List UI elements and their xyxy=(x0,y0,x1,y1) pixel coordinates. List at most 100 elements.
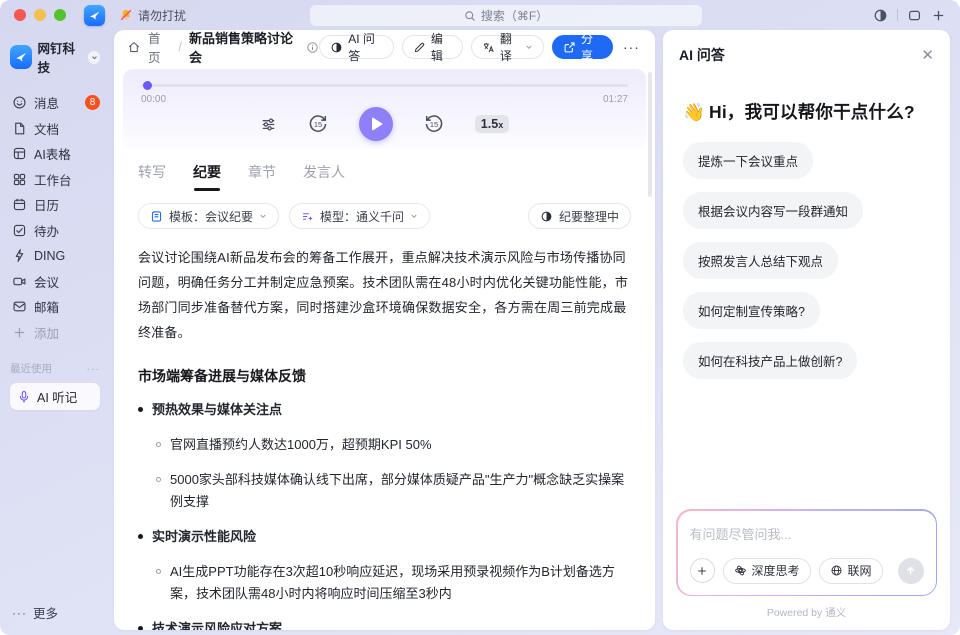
bullet-item: 实时演示性能风险 xyxy=(138,526,631,548)
sidebar-item-label: 待办 xyxy=(34,221,59,240)
sidebar-item-add[interactable]: 添加 xyxy=(10,320,100,346)
dnd-label: 请勿打扰 xyxy=(138,7,186,24)
share-button[interactable]: 分享 xyxy=(552,35,613,59)
bullet-icon xyxy=(156,442,161,447)
rewind-15-icon[interactable]: 15 xyxy=(307,113,329,135)
microphone-icon xyxy=(17,390,31,404)
home-icon[interactable] xyxy=(127,40,141,54)
suggestion-chip[interactable]: 提炼一下会议重点 xyxy=(683,142,813,179)
suggestion-chip[interactable]: 如何在科技产品上做创新? xyxy=(683,342,857,379)
ai-qa-button[interactable]: AI 问答 xyxy=(319,35,394,59)
suggestion-chip[interactable]: 如何定制宣传策略? xyxy=(683,292,820,329)
sidebar-item-meeting[interactable]: 会议 xyxy=(10,269,100,295)
deep-think-toggle[interactable]: 深度思考 xyxy=(723,558,811,584)
global-search-input[interactable]: 搜索（⌘F） xyxy=(310,5,702,26)
tab-chapters[interactable]: 章节 xyxy=(248,162,276,191)
more-actions-button[interactable]: ··· xyxy=(621,39,642,55)
sidebar-item-label: DING xyxy=(34,249,65,263)
recent-section-label: 最近使用 ··· xyxy=(10,361,100,376)
recent-more-icon[interactable]: ··· xyxy=(87,363,101,375)
bullet-item: AI生成PPT功能存在3次超10秒响应延迟，现场采用预录视频作为B计划备选方案，… xyxy=(156,561,631,605)
sidebar-more-button[interactable]: ··· 更多 xyxy=(10,603,100,622)
sidebar-item-workbench[interactable]: 工作台 xyxy=(10,167,100,193)
sidebar-item-docs[interactable]: 文档 xyxy=(10,116,100,142)
progress-bar[interactable] xyxy=(141,81,628,90)
web-search-label: 联网 xyxy=(848,562,872,579)
template-selector[interactable]: 模板：会议纪要 xyxy=(138,203,279,229)
sidebar-item-ai-table[interactable]: AI表格 xyxy=(10,141,100,167)
bullet-icon xyxy=(156,477,161,482)
page-title: 新品销售策略讨论会 xyxy=(189,30,299,66)
sidebar-item-ai-notes[interactable]: AI 听记 xyxy=(10,383,100,410)
close-window-button[interactable] xyxy=(14,9,26,21)
workspace-switcher[interactable]: 网钉科技 xyxy=(10,38,100,76)
sidebar-item-mail[interactable]: 邮箱 xyxy=(10,294,100,320)
document-icon xyxy=(12,121,27,136)
tab-summary[interactable]: 纪要 xyxy=(193,162,221,191)
search-placeholder: 搜索（⌘F） xyxy=(481,7,548,24)
do-not-disturb-status[interactable]: 请勿打扰 xyxy=(119,7,186,24)
send-button[interactable] xyxy=(898,558,924,584)
translate-button[interactable]: 翻译 xyxy=(471,35,544,59)
more-label: 更多 xyxy=(33,603,58,622)
model-selector[interactable]: 模型：通义千问 xyxy=(289,203,430,229)
chevron-down-icon xyxy=(410,212,418,220)
edit-button[interactable]: 编辑 xyxy=(402,35,463,59)
sidebar: 网钉科技 消息 8 文档 AI表格 xyxy=(0,30,106,630)
info-icon[interactable] xyxy=(306,41,319,54)
theme-toggle-icon[interactable] xyxy=(873,8,888,23)
sidebar-item-messages[interactable]: 消息 8 xyxy=(10,90,100,116)
more-dots-icon: ··· xyxy=(12,606,27,620)
add-tab-icon[interactable] xyxy=(931,8,946,23)
sidebar-item-calendar[interactable]: 日历 xyxy=(10,192,100,218)
sidebar-item-todo[interactable]: 待办 xyxy=(10,218,100,244)
ai-greeting: 👋Hi，我可以帮你干点什么? xyxy=(663,75,950,132)
svg-text:15: 15 xyxy=(430,120,438,129)
forward-15-icon[interactable]: 15 xyxy=(423,113,445,135)
play-icon xyxy=(372,117,383,131)
divider xyxy=(897,9,898,21)
chevron-down-icon[interactable] xyxy=(88,51,100,64)
globe-icon xyxy=(830,564,843,577)
loading-spinner-icon xyxy=(540,210,553,223)
meeting-notes-panel: 首页 / 新品销售策略讨论会 AI 问答 编辑 xyxy=(114,30,655,630)
video-camera-icon xyxy=(12,274,27,289)
ask-input[interactable]: 有问题尽管问我... xyxy=(690,524,924,543)
breadcrumb-home[interactable]: 首页 xyxy=(148,30,172,66)
close-icon[interactable]: ✕ xyxy=(921,46,934,64)
translate-icon xyxy=(482,41,495,54)
maximize-window-button[interactable] xyxy=(54,9,66,21)
attach-button[interactable] xyxy=(690,558,715,583)
new-window-icon[interactable] xyxy=(907,8,922,23)
play-button[interactable] xyxy=(359,107,393,141)
tab-speakers[interactable]: 发言人 xyxy=(303,162,345,191)
sidebar-item-ding[interactable]: DING xyxy=(10,243,100,269)
model-sparkle-icon xyxy=(301,210,314,223)
main-scrollbar[interactable] xyxy=(648,72,652,197)
minimize-window-button[interactable] xyxy=(34,9,46,21)
lightning-icon xyxy=(12,248,27,263)
table-icon xyxy=(12,146,27,161)
deep-think-icon xyxy=(734,564,747,577)
svg-text:15: 15 xyxy=(314,120,322,129)
suggestion-chip[interactable]: 按照发言人总结下观点 xyxy=(683,242,838,279)
dingtalk-logo-icon xyxy=(84,5,105,26)
audio-player: 00:00 01:27 15 15 1.5x xyxy=(123,69,646,149)
button-label: 分享 xyxy=(581,30,602,64)
tab-transcript[interactable]: 转写 xyxy=(138,162,166,191)
ai-qa-panel: AI 问答 ✕ 👋Hi，我可以帮你干点什么? 提炼一下会议重点 根据会议内容写一… xyxy=(663,30,950,630)
suggestion-chip[interactable]: 根据会议内容写一段群通知 xyxy=(683,192,863,229)
sidebar-item-label: 消息 xyxy=(34,93,59,112)
share-icon xyxy=(563,41,576,54)
sidebar-item-label: 会议 xyxy=(34,272,59,291)
progress-knob[interactable] xyxy=(143,81,152,90)
button-label: AI 问答 xyxy=(348,30,383,64)
web-search-toggle[interactable]: 联网 xyxy=(819,558,883,584)
model-label: 模型：通义千问 xyxy=(320,208,404,225)
playback-speed-button[interactable]: 1.5x xyxy=(475,115,509,133)
breadcrumb-separator: / xyxy=(179,40,182,54)
playback-settings-icon[interactable] xyxy=(260,116,277,133)
total-time: 01:27 xyxy=(603,94,628,105)
deep-think-label: 深度思考 xyxy=(752,562,800,579)
search-icon xyxy=(464,10,476,22)
